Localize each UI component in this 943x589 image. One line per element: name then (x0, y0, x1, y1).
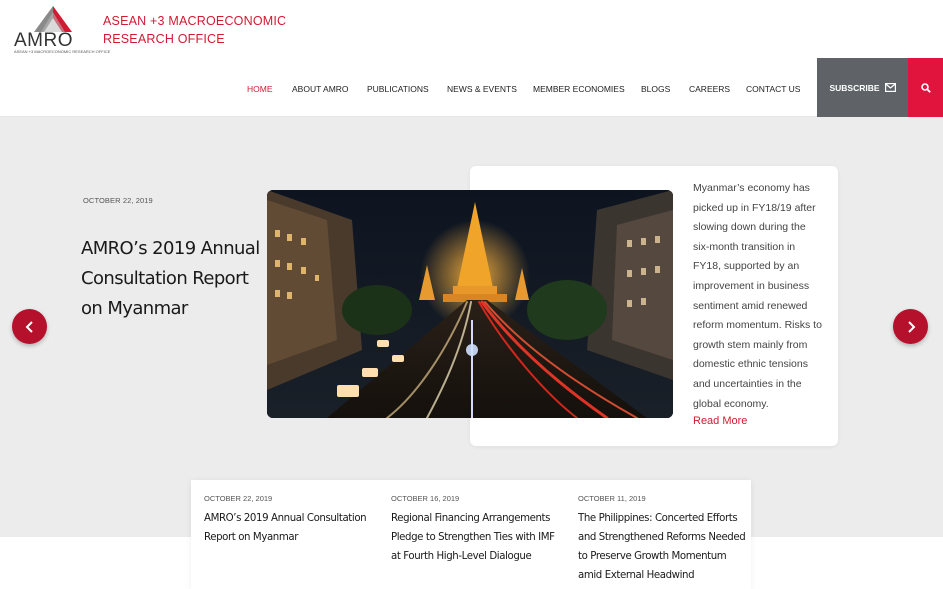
org-name-line: ASEAN +3 MACROECONOMIC (103, 14, 287, 28)
hero-image-yangon-night (267, 190, 673, 418)
hero-title-line: Consultation Report (81, 268, 249, 289)
hero-title-line: AMRO’s 2019 Annual (81, 238, 260, 259)
subscribe-label: SUBSCRIBE (829, 82, 880, 93)
chevron-left-icon (25, 320, 33, 333)
news-title-line: AMRO’s 2019 Annual Consultation (204, 513, 367, 524)
envelope-icon (884, 83, 896, 92)
news-title-line: Report on Myanmar (204, 532, 299, 543)
news-date: OCTOBER 16, 2019 (391, 494, 460, 503)
nav-item-careers[interactable]: CAREERS (689, 84, 730, 94)
chevron-right-icon (907, 320, 915, 333)
org-name: ASEAN +3 MACROECONOMIC RESEARCH OFFICE (103, 12, 303, 48)
news-title-line: amid External Headwind (578, 570, 695, 581)
summary-line: slowing down during the (693, 221, 806, 234)
nav-item-publications[interactable]: PUBLICATIONS (367, 84, 429, 94)
org-name-line: RESEARCH OFFICE (103, 32, 225, 46)
summary-line: improvement in business (693, 279, 810, 292)
news-title-line: and Strengthened Reforms Needed (578, 532, 746, 543)
hero-title-line: on Myanmar (81, 298, 188, 319)
nav-item-contact-us[interactable]: CONTACT US (746, 84, 800, 94)
hero-date: OCTOBER 22, 2019 (83, 196, 153, 205)
news-title-link[interactable]: Regional Financing Arrangements Pledge t… (391, 509, 571, 566)
news-title-line: Pledge to Strengthen Ties with IMF (391, 532, 555, 543)
summary-line: six-month transition in (693, 240, 796, 253)
summary-line: domestic ethnic tensions (693, 358, 808, 371)
search-button[interactable] (908, 58, 943, 117)
logo-subtext: ASEAN +3 MACROECONOMIC RESEARCH OFFICE (14, 49, 111, 54)
news-date: OCTOBER 22, 2019 (204, 494, 273, 503)
slider-next-button[interactable] (893, 309, 928, 344)
amro-logo[interactable]: AMRO ASEAN +3 MACROECONOMIC RESEARCH OFF… (12, 6, 110, 54)
summary-line: Myanmar’s economy has (693, 182, 810, 194)
subscribe-button[interactable]: SUBSCRIBE (817, 58, 908, 117)
news-title-link[interactable]: AMRO’s 2019 Annual Consultation Report o… (204, 509, 379, 547)
nav-item-home[interactable]: HOME (247, 84, 273, 94)
hero-title[interactable]: AMRO’s 2019 Annual Consultation Report o… (81, 234, 266, 324)
hero-summary: Myanmar’s economy has picked up in FY18/… (693, 179, 829, 414)
summary-line: FY18, supported by an (693, 260, 800, 273)
nav-item-news-events[interactable]: NEWS & EVENTS (447, 84, 517, 94)
news-date: OCTOBER 11, 2019 (578, 494, 646, 503)
nav-item-member-economies[interactable]: MEMBER ECONOMIES (533, 84, 625, 94)
news-title-line: to Preserve Growth Momentum (578, 551, 727, 562)
nav-item-about-amro[interactable]: ABOUT AMRO (292, 84, 349, 94)
summary-line: sentiment amid renewed (693, 299, 808, 312)
logo-triangle-icon (34, 6, 72, 32)
read-more-link[interactable]: Read More (693, 415, 747, 427)
news-title-line: Regional Financing Arrangements (391, 513, 551, 524)
search-icon (920, 82, 931, 93)
news-title-line: The Philippines: Concerted Efforts (578, 513, 738, 524)
summary-line: reform momentum. Risks to (693, 319, 822, 332)
news-title-line: at Fourth High-Level Dialogue (391, 551, 532, 562)
summary-line: picked up in FY18/19 after (693, 201, 816, 214)
news-title-link[interactable]: The Philippines: Concerted Efforts and S… (578, 509, 748, 585)
city-night-photo (267, 190, 673, 418)
site-header: AMRO ASEAN +3 MACROECONOMIC RESEARCH OFF… (0, 0, 943, 117)
nav-item-blogs[interactable]: BLOGS (641, 84, 670, 94)
slider-prev-button[interactable] (12, 309, 47, 344)
summary-line: and uncertainties in the (693, 377, 802, 390)
summary-line: growth stem mainly from (693, 338, 808, 351)
summary-line: global economy. (693, 397, 769, 410)
